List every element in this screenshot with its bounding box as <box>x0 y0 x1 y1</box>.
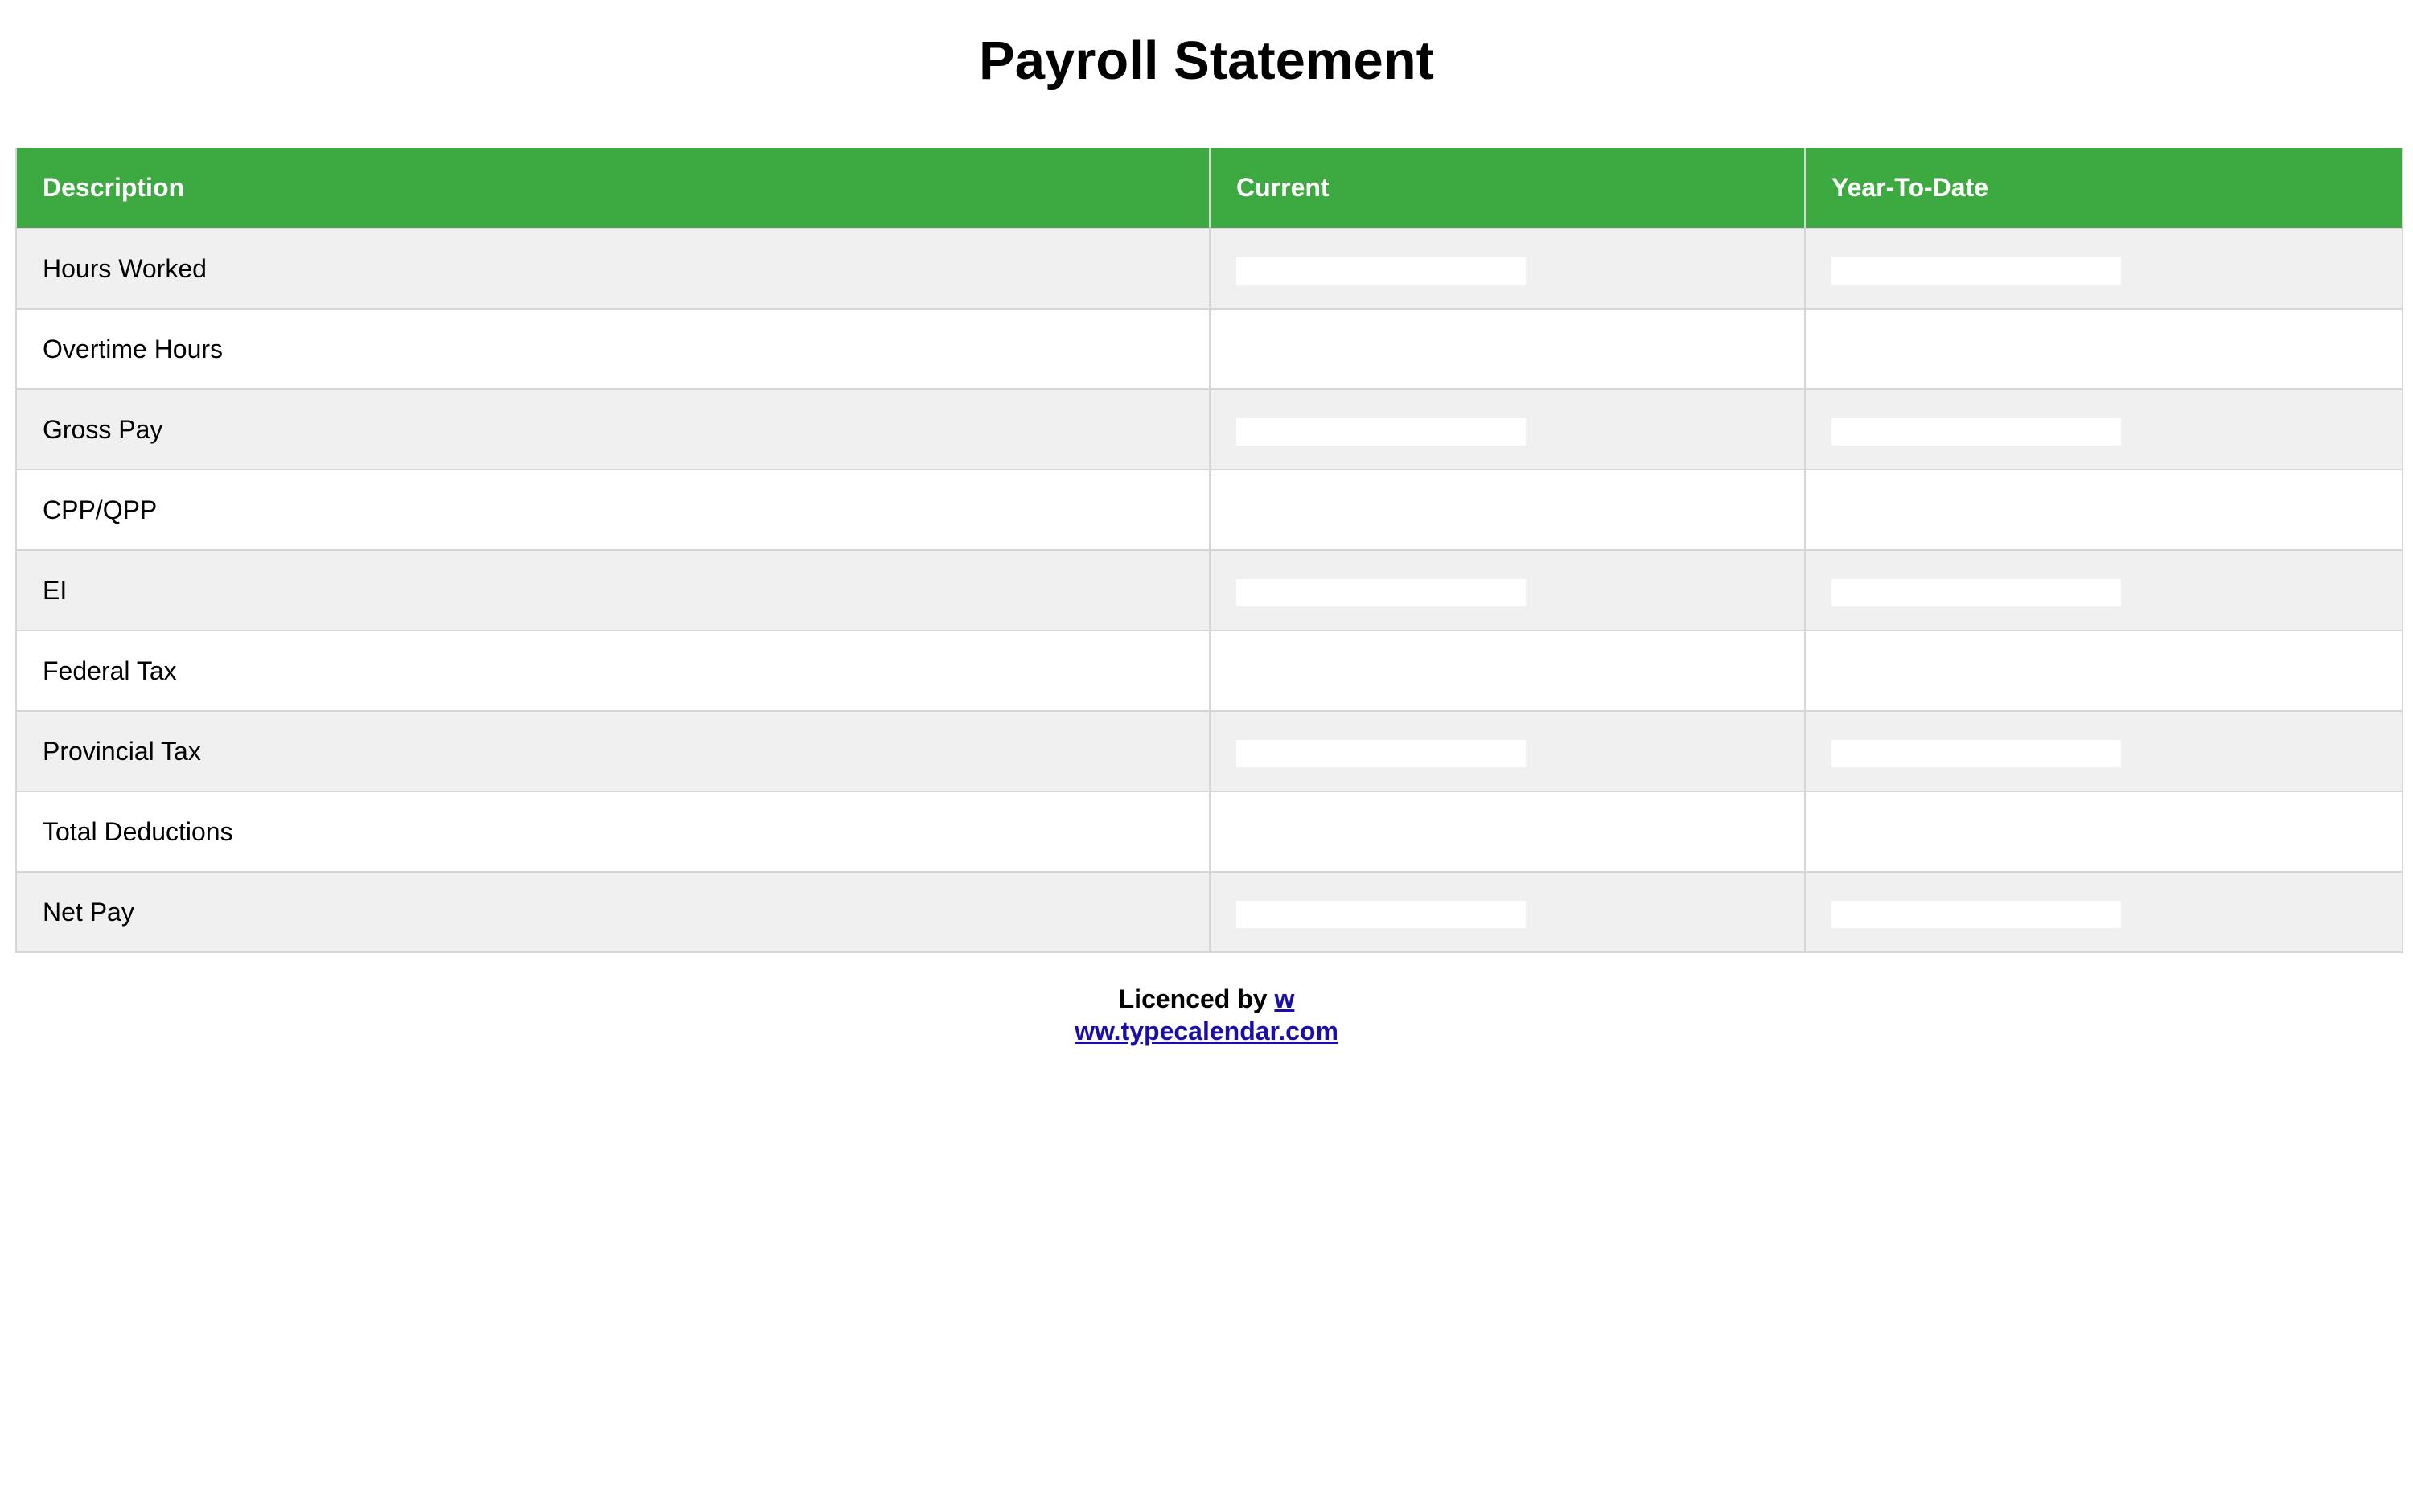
license-footer: Licenced by w ww.typecalendar.com <box>0 983 2413 1047</box>
current-value-input[interactable] <box>1236 418 1526 446</box>
table-row: Total Deductions <box>15 791 2403 873</box>
ytd-cell <box>1804 549 2403 631</box>
license-link[interactable]: ww.typecalendar.com <box>1075 1017 1338 1046</box>
current-cell[interactable] <box>1209 791 1806 873</box>
current-value-input[interactable] <box>1236 901 1526 928</box>
current-cell[interactable] <box>1209 469 1806 551</box>
row-label: Hours Worked <box>15 228 1211 310</box>
row-label: Provincial Tax <box>15 710 1211 792</box>
column-header-current: Current <box>1209 148 1806 228</box>
license-link-start[interactable]: w <box>1274 984 1294 1013</box>
row-label: Total Deductions <box>15 791 1211 873</box>
current-cell <box>1209 871 1806 953</box>
ytd-cell <box>1804 871 2403 953</box>
ytd-value-input[interactable] <box>1831 579 2121 606</box>
ytd-value-input[interactable] <box>1831 901 2121 928</box>
payroll-page: Payroll Statement Description Current Ye… <box>0 0 2413 1512</box>
payroll-table: Description Current Year-To-Date Hours W… <box>15 148 2403 953</box>
current-cell <box>1209 710 1806 792</box>
table-row: Overtime Hours <box>15 308 2403 390</box>
table-row: Provincial Tax <box>15 710 2403 792</box>
column-header-ytd: Year-To-Date <box>1804 148 2403 228</box>
table-row: EI <box>15 549 2403 631</box>
current-value-input[interactable] <box>1236 579 1526 606</box>
current-value-input[interactable] <box>1236 257 1526 285</box>
row-label: Gross Pay <box>15 388 1211 470</box>
table-row: Gross Pay <box>15 388 2403 470</box>
table-row: Net Pay <box>15 871 2403 953</box>
row-label: Overtime Hours <box>15 308 1211 390</box>
ytd-cell <box>1804 710 2403 792</box>
row-label: CPP/QPP <box>15 469 1211 551</box>
column-header-description: Description <box>15 148 1211 228</box>
current-cell[interactable] <box>1209 308 1806 390</box>
row-label: Federal Tax <box>15 630 1211 712</box>
table-row: CPP/QPP <box>15 469 2403 551</box>
table-row: Hours Worked <box>15 228 2403 310</box>
ytd-cell <box>1804 388 2403 470</box>
license-prefix: Licenced by <box>1118 984 1275 1013</box>
table-row: Federal Tax <box>15 630 2403 712</box>
ytd-value-input[interactable] <box>1831 418 2121 446</box>
current-cell <box>1209 549 1806 631</box>
current-value-input[interactable] <box>1236 740 1526 767</box>
ytd-cell[interactable] <box>1804 791 2403 873</box>
row-label: Net Pay <box>15 871 1211 953</box>
ytd-value-input[interactable] <box>1831 740 2121 767</box>
current-cell <box>1209 388 1806 470</box>
ytd-cell <box>1804 228 2403 310</box>
ytd-cell[interactable] <box>1804 469 2403 551</box>
ytd-cell[interactable] <box>1804 308 2403 390</box>
ytd-value-input[interactable] <box>1831 257 2121 285</box>
ytd-cell[interactable] <box>1804 630 2403 712</box>
row-label: EI <box>15 549 1211 631</box>
current-cell[interactable] <box>1209 630 1806 712</box>
current-cell <box>1209 228 1806 310</box>
page-title: Payroll Statement <box>979 31 1434 91</box>
table-header-row: Description Current Year-To-Date <box>15 148 2403 228</box>
